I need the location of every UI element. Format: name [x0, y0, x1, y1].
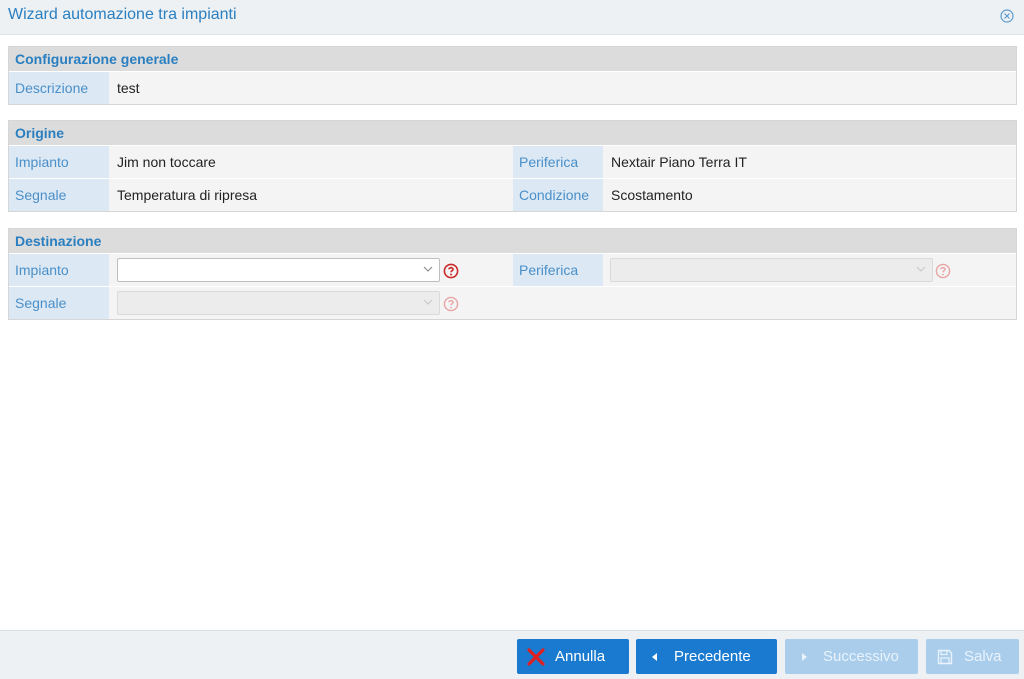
caret-right-icon: [802, 653, 807, 661]
salva-button[interactable]: Salva: [926, 639, 1019, 674]
dialog-footer: Annulla Precedente Successivo Salva: [0, 630, 1024, 679]
chevron-down-icon: [423, 266, 433, 272]
help-icon[interactable]: [935, 263, 951, 279]
impianto-value: Jim non toccare: [117, 154, 216, 170]
row-descrizione: Descrizione test: [9, 71, 1016, 104]
help-icon[interactable]: [443, 296, 459, 312]
row-origine-1: Impianto Jim non toccare Periferica Next…: [9, 145, 1016, 178]
close-x-icon: [527, 648, 545, 666]
descrizione-value: test: [117, 80, 140, 96]
segnale-label: Segnale: [9, 287, 109, 319]
caret-left-icon: [652, 653, 657, 661]
segnale-value: Temperatura di ripresa: [117, 187, 258, 203]
descrizione-label: Descrizione: [9, 72, 109, 104]
periferica-select[interactable]: [610, 258, 933, 282]
chevron-down-icon: [916, 266, 926, 272]
periferica-value: Nextair Piano Terra IT: [611, 154, 747, 170]
section-origine: Origine Impianto Jim non toccare Perifer…: [8, 120, 1017, 212]
segnale-label: Segnale: [9, 179, 109, 211]
section-destinazione: Destinazione Impianto Periferica Segnale: [8, 228, 1017, 320]
precedente-button[interactable]: Precedente: [636, 639, 777, 674]
section-heading: Destinazione: [9, 229, 1016, 253]
segnale-select[interactable]: [117, 291, 440, 315]
condizione-label: Condizione: [513, 179, 603, 211]
condizione-value: Scostamento: [611, 187, 693, 203]
help-icon[interactable]: [443, 263, 459, 279]
precedente-label: Precedente: [674, 648, 751, 665]
impianto-select[interactable]: [117, 258, 440, 282]
dialog-title: Wizard automazione tra impianti: [8, 6, 237, 23]
row-origine-2: Segnale Temperatura di ripresa Condizion…: [9, 178, 1016, 211]
section-generale: Configurazione generale Descrizione test: [8, 46, 1017, 105]
impianto-label: Impianto: [9, 146, 109, 178]
save-floppy-icon: [937, 649, 953, 665]
periferica-label: Periferica: [513, 254, 603, 286]
section-heading: Origine: [9, 121, 1016, 145]
row-destinazione-1: Impianto Periferica: [9, 253, 1016, 286]
periferica-label: Periferica: [513, 146, 603, 178]
successivo-label: Successivo: [823, 648, 899, 665]
impianto-label: Impianto: [9, 254, 109, 286]
annulla-label: Annulla: [555, 648, 606, 665]
annulla-button[interactable]: Annulla: [517, 639, 629, 674]
chevron-down-icon: [423, 299, 433, 305]
dialog-titlebar: Wizard automazione tra impianti: [0, 0, 1024, 35]
salva-label: Salva: [964, 648, 1002, 665]
successivo-button[interactable]: Successivo: [785, 639, 918, 674]
section-heading: Configurazione generale: [9, 47, 1016, 71]
close-circle-icon[interactable]: [1000, 9, 1014, 23]
row-destinazione-2: Segnale: [9, 286, 1016, 319]
